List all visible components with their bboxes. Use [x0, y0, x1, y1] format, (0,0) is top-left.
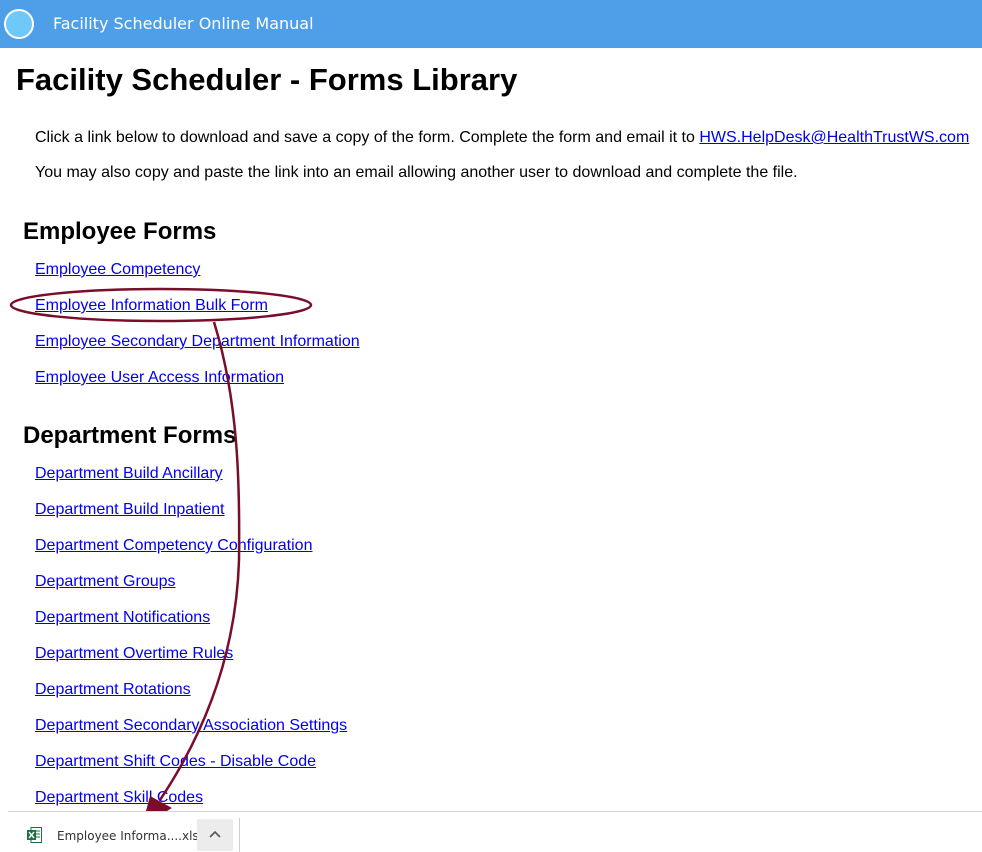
employee-forms-heading: Employee Forms — [23, 218, 217, 245]
link-department-groups[interactable]: Department Groups — [35, 573, 176, 590]
download-menu-button[interactable] — [197, 819, 233, 851]
intro-paragraph-2: You may also copy and paste the link int… — [35, 164, 798, 181]
link-department-rotations[interactable]: Department Rotations — [35, 681, 191, 698]
app-header: Facility Scheduler Online Manual — [0, 0, 982, 48]
link-department-overtime-rules[interactable]: Department Overtime Rules — [35, 645, 233, 662]
link-employee-secondary-department-information[interactable]: Employee Secondary Department Informatio… — [35, 333, 360, 350]
page-title: Facility Scheduler - Forms Library — [16, 62, 518, 97]
link-employee-user-access-information[interactable]: Employee User Access Information — [35, 369, 284, 386]
chevron-up-icon — [209, 830, 221, 838]
app-title: Facility Scheduler Online Manual — [53, 14, 314, 33]
helpdesk-email-link[interactable]: HWS.HelpDesk@HealthTrustWS.com — [699, 129, 969, 146]
excel-file-icon — [27, 827, 42, 843]
download-file-name: Employee Informa....xlsx — [57, 829, 206, 843]
link-department-build-inpatient[interactable]: Department Build Inpatient — [35, 501, 224, 518]
link-department-build-ancillary[interactable]: Department Build Ancillary — [35, 465, 223, 482]
intro-paragraph: Click a link below to download and save … — [35, 129, 969, 147]
link-department-notifications[interactable]: Department Notifications — [35, 609, 210, 626]
download-bar: Employee Informa....xlsx — [8, 811, 982, 852]
link-department-shift-codes-disable-code[interactable]: Department Shift Codes - Disable Code — [35, 753, 316, 770]
link-department-secondary-association-settings[interactable]: Department Secondary Association Setting… — [35, 717, 347, 734]
employee-forms-list: Employee Competency Employee Information… — [35, 261, 360, 405]
department-forms-list: Department Build Ancillary Department Bu… — [35, 465, 347, 825]
link-employee-information-bulk-form[interactable]: Employee Information Bulk Form — [35, 297, 268, 314]
intro-text: Click a link below to download and save … — [35, 129, 700, 146]
link-employee-competency[interactable]: Employee Competency — [35, 261, 200, 278]
link-department-competency-configuration[interactable]: Department Competency Configuration — [35, 537, 312, 554]
download-bar-divider — [239, 818, 240, 852]
link-department-skill-codes[interactable]: Department Skill Codes — [35, 789, 203, 806]
download-item[interactable]: Employee Informa....xlsx — [8, 812, 240, 852]
department-forms-heading: Department Forms — [23, 422, 237, 449]
circle-logo-icon[interactable] — [4, 9, 34, 39]
